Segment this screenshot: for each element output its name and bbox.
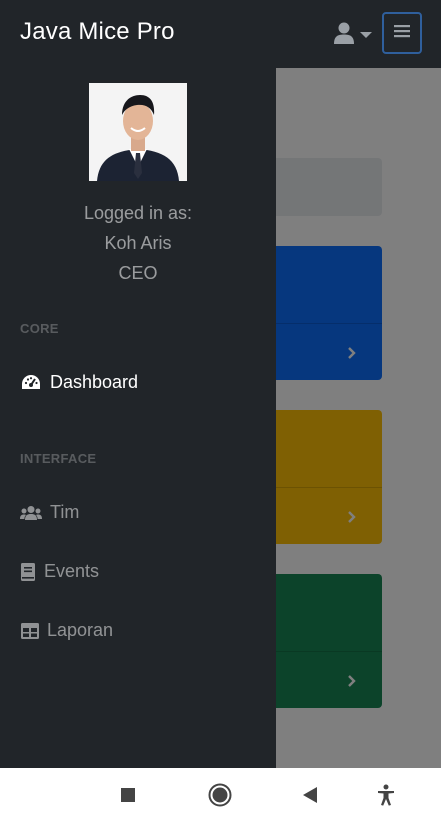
triangle-left-icon (302, 786, 318, 808)
accessibility-icon (376, 784, 396, 811)
user-name: Koh Aris (104, 233, 172, 253)
menu-heading-interface: INTERFACE (20, 451, 97, 466)
circle-icon (208, 783, 232, 812)
sidebar-item-events[interactable]: Events (20, 561, 99, 582)
logged-in-label: Logged in as: (83, 203, 193, 223)
user-icon (334, 22, 354, 49)
table-icon (20, 622, 39, 639)
square-icon (121, 787, 135, 807)
sidebar-item-label: Events (44, 561, 100, 581)
sidebar-item-label: Laporan (47, 620, 114, 640)
user-dropdown[interactable] (334, 22, 378, 48)
sidebar: Logged in as: Koh Aris CEO CORE Dashboar… (0, 68, 276, 768)
sidebar-item-laporan[interactable]: Laporan (20, 620, 113, 641)
sidebar-item-dashboard[interactable]: Dashboard (20, 372, 138, 393)
sidebar-item-label: Dashboard (50, 372, 139, 392)
accessibility-button[interactable] (374, 784, 398, 811)
avatar (89, 83, 187, 181)
sidebar-toggle-button[interactable] (382, 12, 422, 54)
back-button[interactable] (298, 785, 322, 809)
home-button[interactable] (208, 783, 232, 812)
user-info: Logged in as: Koh Aris CEO (0, 198, 276, 288)
system-nav-bar (0, 768, 441, 827)
sidebar-item-tim[interactable]: Tim (20, 502, 79, 523)
chevron-down-icon (360, 32, 372, 38)
hamburger-icon (394, 24, 410, 43)
app-title[interactable]: Java Mice Pro (20, 18, 175, 46)
sidebar-item-label: Tim (50, 502, 80, 522)
user-role: CEO (118, 263, 158, 283)
menu-heading-core: CORE (20, 321, 59, 336)
top-navbar: Java Mice Pro (0, 0, 441, 68)
recents-button[interactable] (116, 785, 140, 809)
book-icon (20, 562, 36, 581)
tachometer-icon (20, 374, 42, 391)
users-icon (20, 505, 42, 521)
